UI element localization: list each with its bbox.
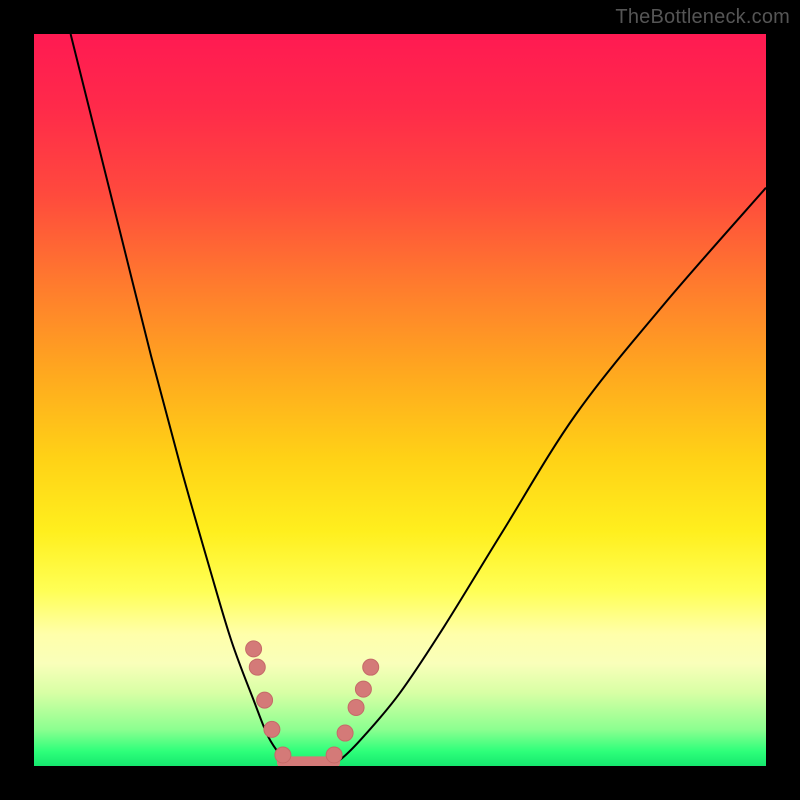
marker-dot (337, 725, 353, 741)
marker-dots (246, 641, 379, 763)
right-curve (327, 188, 766, 766)
plot-area (34, 34, 766, 766)
curve-group (71, 34, 766, 766)
chart-frame: TheBottleneck.com (0, 0, 800, 800)
marker-dot (275, 747, 291, 763)
marker-dot (257, 692, 273, 708)
marker-dot (326, 747, 342, 763)
marker-dot (264, 721, 280, 737)
marker-dot (355, 681, 371, 697)
marker-dot (246, 641, 262, 657)
chart-svg (34, 34, 766, 766)
marker-dot (249, 659, 265, 675)
marker-dot (348, 699, 364, 715)
watermark-text: TheBottleneck.com (615, 6, 790, 29)
marker-dot (363, 659, 379, 675)
